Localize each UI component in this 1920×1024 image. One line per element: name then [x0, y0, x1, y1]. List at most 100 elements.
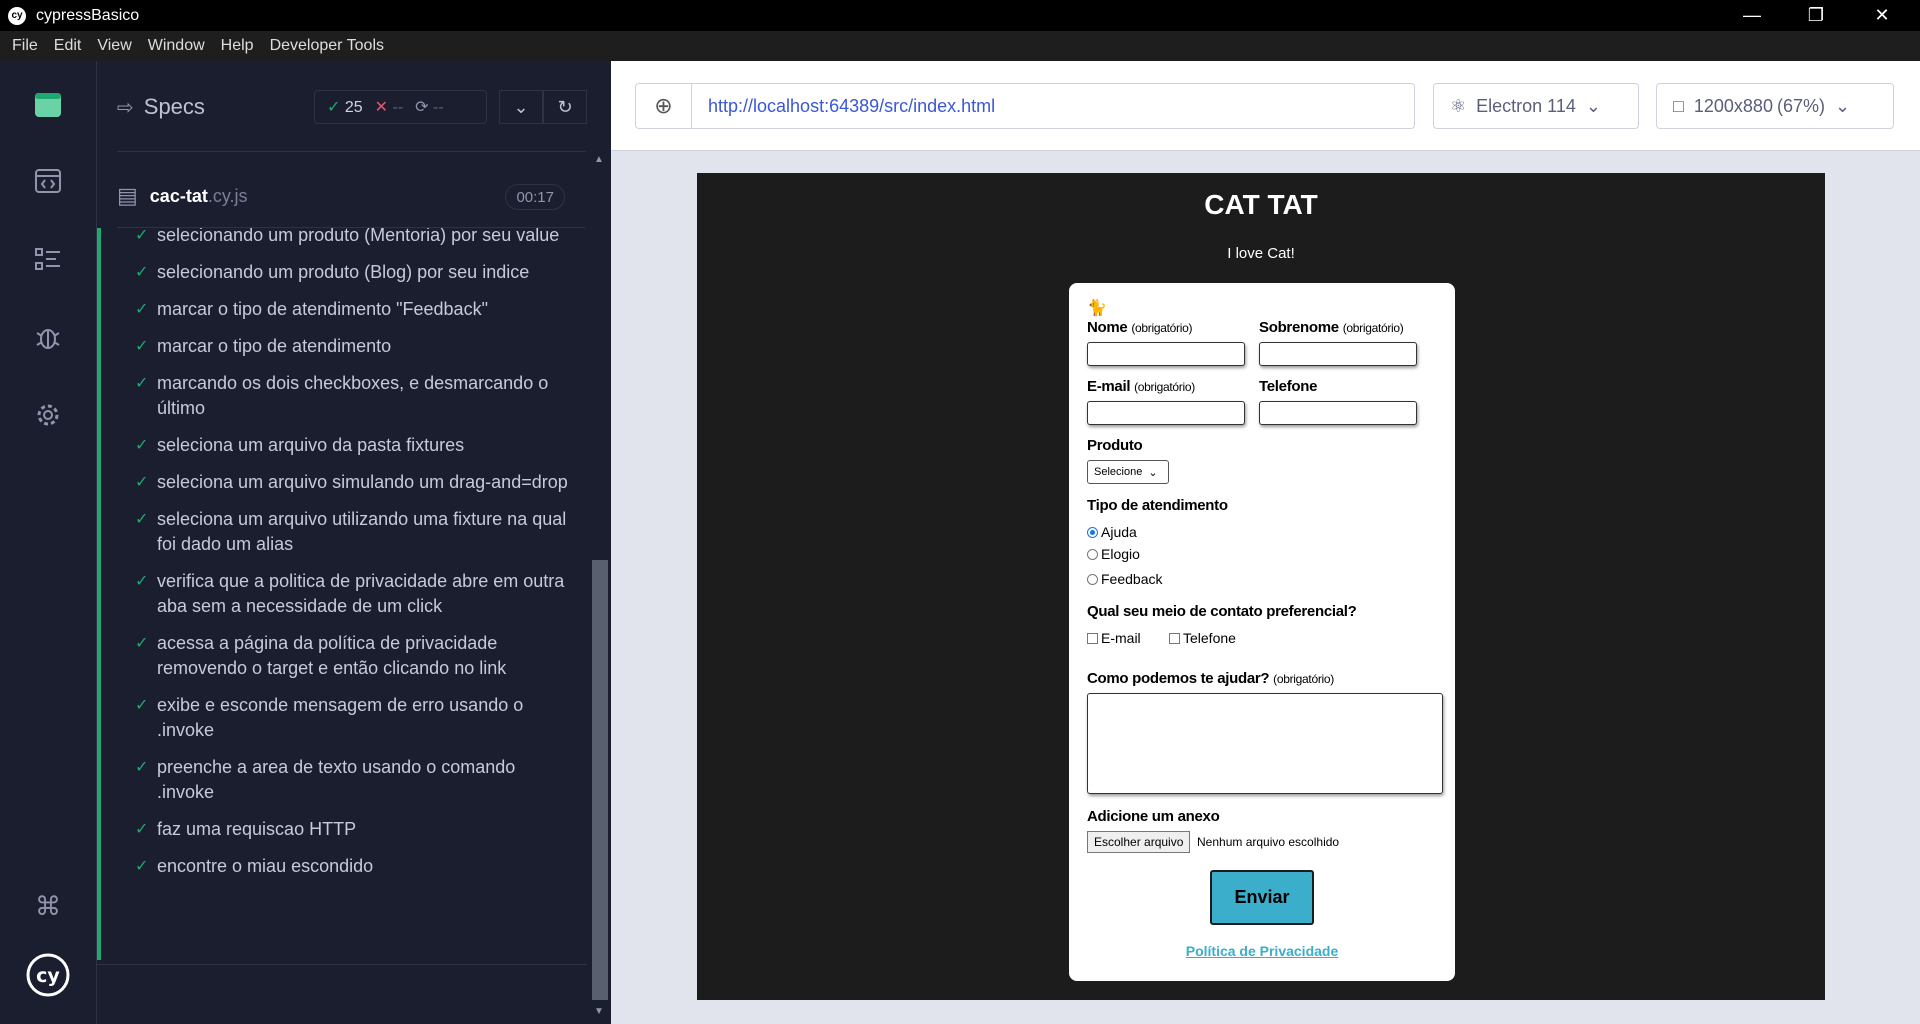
test-item[interactable]: ✓ verifica que a politica de privacidade … [97, 563, 587, 625]
phone-input[interactable] [1259, 401, 1417, 425]
cypress-badge-icon[interactable]: cy [26, 953, 70, 997]
test-item[interactable]: ✓ seleciona um arquivo utilizando uma fix… [97, 501, 587, 563]
test-title: seleciona um arquivo simulando um drag-a… [157, 472, 568, 492]
test-item[interactable]: ✓ exibe e esconde mensagem de erro usando… [97, 687, 587, 749]
test-title: seleciona um arquivo da pasta fixtures [157, 435, 465, 455]
menu-file[interactable]: File [4, 37, 46, 55]
test-item[interactable]: ✓ marcar o tipo de atendimento "Feedback" [97, 291, 587, 328]
test-title: selecionando um produto (Blog) por seu i… [157, 262, 530, 282]
product-select[interactable]: Selecione ⌄ [1087, 460, 1169, 484]
collapse-chevron-icon[interactable]: ⌄ [499, 90, 543, 124]
scroll-thumb[interactable] [592, 560, 608, 1000]
test-title: selecionando um produto (Mentoria) por s… [157, 228, 560, 245]
email-input[interactable] [1087, 401, 1245, 425]
close-icon[interactable]: ✕ [1852, 0, 1912, 31]
test-item[interactable]: ✓ faz uma requiscao HTTP [97, 811, 587, 848]
settings-gear-icon[interactable] [30, 397, 66, 433]
viewport-info[interactable]: □ 1200x880 (67%) ⌄ [1656, 83, 1894, 129]
checkbox-label: Telefone [1183, 630, 1236, 646]
radio-feedback[interactable]: Feedback [1087, 571, 1162, 587]
radio-elogio[interactable]: Elogio [1087, 546, 1140, 562]
radio-ajuda[interactable]: Ajuda [1087, 524, 1137, 540]
checkbox-email[interactable]: E-mail [1087, 630, 1141, 646]
selector-playground-crosshair-icon[interactable]: ⊕ [636, 84, 692, 128]
side-nav: ⌘ cy [0, 61, 97, 1024]
choose-file-button[interactable]: Escolher arquivo [1087, 831, 1191, 853]
scroll-up-icon[interactable]: ▲ [594, 154, 604, 165]
list-bottom-divider [97, 964, 587, 965]
checkbox-box[interactable] [1169, 632, 1180, 644]
chevron-down-icon: ⌄ [1585, 95, 1601, 116]
spec-file-ext: .cy.js [207, 185, 248, 206]
test-item[interactable]: ✓ preenche a area de texto usando o coman… [97, 749, 587, 811]
aut-panel: ⊕ http://localhost:64389/src/index.html … [611, 61, 1920, 1024]
spec-file-name: cac-tat [149, 185, 208, 206]
rerun-icon[interactable]: ↻ [543, 90, 587, 124]
privacy-link[interactable]: Política de Privacidade [1069, 943, 1455, 959]
specs-panel: ⇨ Specs ✓ 25 ✕ -- ⟳ -- ⌄ ↻ ▤ cac-tat .cy… [97, 61, 611, 1024]
help-label: Como podemos te ajudar? (obrigatório) [1087, 670, 1334, 687]
test-item[interactable]: ✓ marcar o tipo de atendimento [97, 328, 587, 365]
radio-checked[interactable] [1087, 526, 1098, 538]
keyboard-shortcuts-icon[interactable]: ⌘ [30, 889, 66, 925]
menu-edit[interactable]: Edit [46, 37, 90, 55]
viewport-zoom: (67%) [1776, 95, 1825, 116]
restore-icon[interactable]: ❐ [1786, 0, 1846, 31]
viewport-size: 1200x880 [1693, 95, 1773, 116]
specs-title: Specs [143, 94, 205, 119]
menu-help[interactable]: Help [213, 37, 262, 55]
menu-developer-tools[interactable]: Developer Tools [262, 37, 392, 55]
url-bar[interactable]: ⊕ http://localhost:64389/src/index.html [635, 83, 1415, 129]
test-title: exibe e esconde mensagem de erro usando … [157, 695, 524, 740]
electron-icon: ⚛ [1450, 95, 1467, 116]
pass-check-icon: ✓ [135, 437, 149, 454]
test-item[interactable]: ✓ marcando os dois checkboxes, e desmarca… [97, 365, 587, 427]
test-title: preenche a area de texto usando o comand… [157, 757, 516, 802]
specs-list-toggle-icon[interactable]: ⇨ [117, 95, 134, 120]
radio-label: Feedback [1101, 571, 1163, 587]
radio-unchecked[interactable] [1087, 548, 1098, 560]
test-item[interactable]: ✓ selecionando um produto (Mentoria) por … [97, 228, 587, 254]
reporter-scrollbar[interactable]: ▲ ▼ [589, 150, 611, 1024]
scroll-down-icon[interactable]: ▼ [594, 1006, 604, 1017]
debug-bug-icon[interactable] [30, 319, 66, 355]
spec-duration: 00:17 [505, 184, 565, 210]
test-title: marcar o tipo de atendimento [157, 336, 392, 356]
test-item[interactable]: ✓ selecionando um produto (Blog) por seu … [97, 254, 587, 291]
test-title: seleciona um arquivo utilizando uma fixt… [157, 509, 567, 554]
test-item[interactable]: ✓ acessa a página da política de privacid… [97, 625, 587, 687]
pass-check-icon: ✓ [135, 228, 149, 244]
pass-check-icon: ✓ [135, 573, 149, 590]
menu-view[interactable]: View [89, 37, 139, 55]
pass-check-icon: ✓ [135, 759, 149, 776]
app-subtitle: I love Cat! [1227, 245, 1295, 262]
checkbox-box[interactable] [1087, 632, 1098, 644]
pass-check-icon: ✓ [135, 635, 149, 652]
menu-window[interactable]: Window [140, 37, 213, 55]
last-name-label: Sobrenome (obrigatório) [1259, 319, 1404, 336]
attachment-label: Adicione um anexo [1087, 808, 1220, 825]
last-name-input[interactable] [1259, 342, 1417, 366]
phone-label: Telefone [1259, 378, 1318, 395]
test-title: encontre o miau escondido [157, 856, 374, 876]
submit-button[interactable]: Enviar [1210, 870, 1314, 925]
test-title: marcando os dois checkboxes, e desmarcan… [157, 373, 549, 418]
radio-unchecked[interactable] [1087, 573, 1098, 585]
test-item[interactable]: ✓ encontre o miau escondido [97, 848, 587, 885]
help-textarea[interactable] [1087, 693, 1443, 794]
spec-file-row[interactable]: ▤ cac-tat .cy.js 00:17 [117, 171, 565, 221]
test-item[interactable]: ✓ seleciona um arquivo da pasta fixtures [97, 427, 587, 464]
test-title: faz uma requiscao HTTP [157, 819, 357, 839]
runs-icon[interactable] [30, 163, 66, 199]
minimize-icon[interactable]: — [1722, 0, 1782, 31]
contact-pref-label: Qual seu meio de contato preferencial? [1087, 603, 1357, 620]
project-icon[interactable] [30, 87, 66, 123]
file-status: Nenhum arquivo escolhido [1197, 835, 1340, 849]
test-item[interactable]: ✓ seleciona um arquivo simulando um drag-… [97, 464, 587, 501]
browser-selector[interactable]: ⚛ Electron 114 ⌄ [1433, 83, 1639, 129]
checkbox-phone[interactable]: Telefone [1169, 630, 1236, 646]
first-name-input[interactable] [1087, 342, 1245, 366]
window-title-bar: cy cypressBasico — ❐ ✕ [0, 0, 1920, 31]
specs-list-icon[interactable] [30, 241, 66, 277]
svg-text:cy: cy [36, 965, 60, 987]
